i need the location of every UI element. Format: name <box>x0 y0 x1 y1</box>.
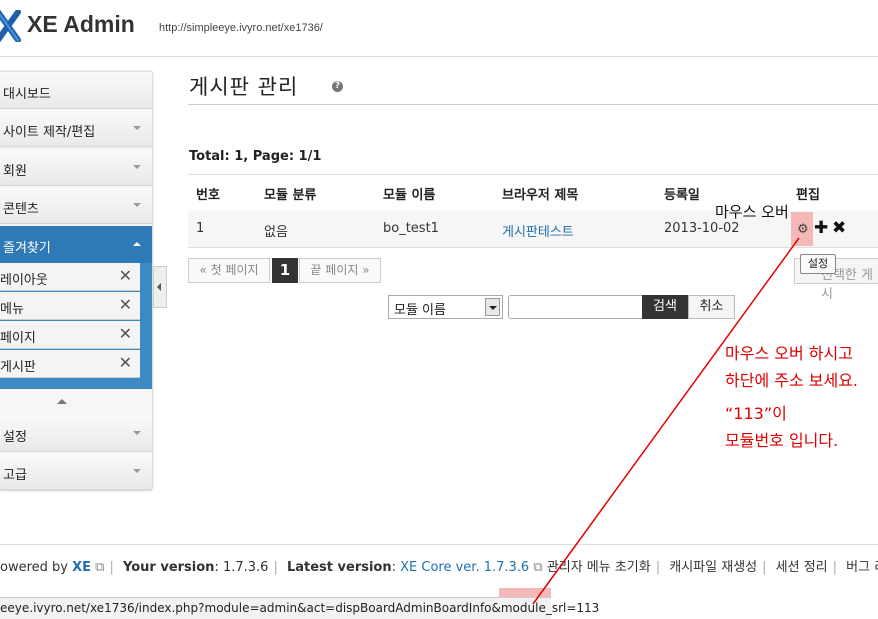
cancel-button[interactable]: 취소 <box>688 295 735 319</box>
favorite-label: 레이아웃 <box>0 273 48 288</box>
cell-no: 1 <box>196 221 205 236</box>
your-version: 1.7.3.6 <box>222 560 269 575</box>
sidebar-item-label: 사이트 제작/편집 <box>3 125 96 140</box>
status-url: eeye.ivyro.net/xe1736/index.php?module=a… <box>0 601 600 615</box>
site-url[interactable]: http://simpleeye.ivyro.net/xe1736/ <box>159 22 323 34</box>
favorite-item-layout[interactable]: 레이아웃 ✕ <box>0 263 140 291</box>
select-value: 모듈 이름 <box>394 303 446 318</box>
column-header-browser-title: 브라우저 제목 <box>502 188 579 203</box>
sidebar-item-members[interactable]: 회원 <box>0 149 152 186</box>
annotation-text-4: 모듈번호 입니다. <box>725 431 839 450</box>
cell-date: 2013-10-02 <box>664 221 740 236</box>
hover-note: 마우스 오버 <box>715 203 789 221</box>
favorite-label: 메뉴 <box>0 302 24 317</box>
chevron-down-icon <box>133 203 141 207</box>
total-count: Total: 1, Page: 1/1 <box>189 149 322 164</box>
header: XE Admin http://simpleeye.ivyro.net/xe17… <box>0 0 878 56</box>
header-divider <box>0 56 878 57</box>
cell-module-name: bo_test1 <box>383 221 439 236</box>
close-icon[interactable]: ✕ <box>119 324 132 343</box>
current-page[interactable]: 1 <box>272 258 298 283</box>
favorite-label: 페이지 <box>0 331 36 346</box>
column-header-module-name: 모듈 이름 <box>383 188 436 203</box>
chevron-up-icon <box>57 399 67 404</box>
chevron-down-icon <box>133 126 141 130</box>
close-icon[interactable]: ✕ <box>119 266 132 285</box>
footer: owered by XE ⧉ | Your version: 1.7.3.6 | L… <box>0 556 878 575</box>
title-divider <box>188 104 878 105</box>
favorite-item-board[interactable]: 게시판 ✕ <box>0 350 140 378</box>
sidebar-item-label: 콘텐츠 <box>3 202 39 217</box>
annotation-text-1: 마우스 오버 하시고 <box>725 344 853 363</box>
sidebar-toggle-button[interactable] <box>153 266 167 308</box>
app-title[interactable]: XE Admin <box>27 11 135 38</box>
collapse-favorites-button[interactable] <box>0 389 152 416</box>
page-title: 게시판 관리 <box>189 75 299 99</box>
favorite-item-page[interactable]: 페이지 ✕ <box>0 321 140 349</box>
chevron-up-icon <box>133 242 141 246</box>
chevron-down-icon <box>133 431 141 435</box>
sidebar-item-label: 회원 <box>3 164 27 179</box>
latest-version-link[interactable]: XE Core ver. 1.7.3.6 <box>400 560 529 575</box>
settings-tooltip: 설정 <box>800 254 836 274</box>
sidebar-item-label: 대시보드 <box>3 87 51 102</box>
regenerate-cache-link[interactable]: 캐시파일 재생성 <box>669 560 757 575</box>
bug-report-link[interactable]: 버그 리 <box>846 560 878 575</box>
external-link-icon: ⧉ <box>95 560 105 575</box>
plus-icon[interactable]: ✚ <box>814 218 828 238</box>
annotation-text-3: “113”이 <box>725 404 787 423</box>
column-header-edit: 편집 <box>796 188 820 203</box>
latest-version-label: Latest version <box>286 560 392 575</box>
clear-session-link[interactable]: 세션 정리 <box>776 560 828 575</box>
sidebar-item-site-design[interactable]: 사이트 제작/편집 <box>0 110 152 147</box>
column-header-no: 번호 <box>196 188 220 203</box>
help-icon[interactable]: ? <box>332 81 343 92</box>
close-icon[interactable]: ✕ <box>119 295 132 314</box>
xe-logo-icon[interactable] <box>0 10 22 42</box>
close-icon[interactable]: ✕ <box>119 353 132 372</box>
first-page-button[interactable]: « 첫 페이지 <box>188 258 270 283</box>
browser-statusbar: eeye.ivyro.net/xe1736/index.php?module=a… <box>0 597 599 619</box>
search-button[interactable]: 검색 <box>642 295 688 319</box>
sidebar-item-label: 즐겨찾기 <box>3 241 51 256</box>
sidebar-item-label: 고급 <box>3 468 27 483</box>
chevron-left-icon <box>157 283 161 291</box>
favorite-item-menu[interactable]: 메뉴 ✕ <box>0 292 140 320</box>
search-target-select[interactable]: 모듈 이름 <box>388 295 503 319</box>
chevron-down-icon <box>133 165 141 169</box>
column-header-category: 모듈 분류 <box>264 188 317 203</box>
external-link-icon: ⧉ <box>533 560 543 575</box>
sidebar-item-favorites[interactable]: 즐겨찾기 <box>0 226 152 263</box>
your-version-label: Your version <box>123 560 215 575</box>
last-page-button[interactable]: 끝 페이지 » <box>299 258 381 283</box>
reset-admin-menu-link[interactable]: 관리자 메뉴 초기화 <box>547 560 651 575</box>
sidebar-item-settings[interactable]: 설정 <box>0 415 152 452</box>
close-icon[interactable]: ✖ <box>832 218 846 238</box>
column-header-date: 등록일 <box>664 188 700 203</box>
xe-link[interactable]: XE <box>72 560 91 575</box>
sidebar-item-label: 설정 <box>3 430 27 445</box>
powered-by-text: owered by <box>0 560 68 575</box>
sidebar-item-contents[interactable]: 콘텐츠 <box>0 187 152 224</box>
browser-title-link[interactable]: 게시판테스트 <box>502 221 574 240</box>
chevron-down-icon <box>133 469 141 473</box>
search-input[interactable] <box>508 295 643 319</box>
sidebar: 대시보드 사이트 제작/편집 회원 콘텐츠 즐겨찾기 레이아웃 ✕ 메뉴 ✕ 페… <box>0 72 152 490</box>
favorites-panel: 레이아웃 ✕ 메뉴 ✕ 페이지 ✕ 게시판 ✕ <box>0 263 152 389</box>
sidebar-item-advanced[interactable]: 고급 <box>0 453 152 490</box>
cell-category: 없음 <box>264 225 288 240</box>
footer-divider <box>0 544 878 545</box>
favorite-label: 게시판 <box>0 360 36 375</box>
gear-icon[interactable]: ⚙ <box>797 222 809 237</box>
annotation-text-2: 하단에 주소 보세요. <box>725 371 859 390</box>
dropdown-arrow-icon[interactable] <box>485 298 500 316</box>
sidebar-item-dashboard[interactable]: 대시보드 <box>0 72 152 109</box>
